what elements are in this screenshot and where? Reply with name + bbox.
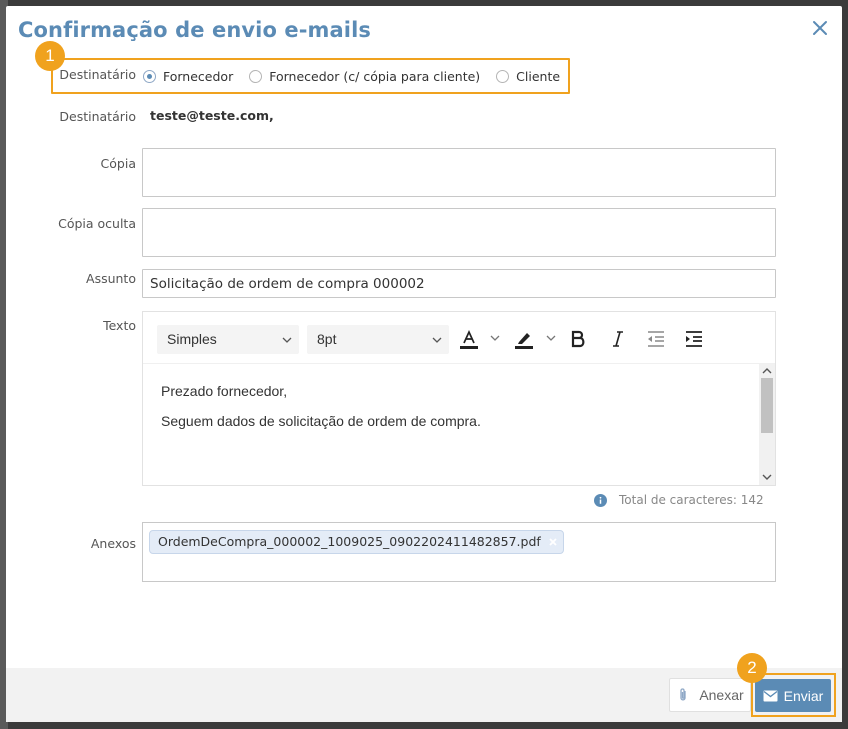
bcc-label: Cópia oculta bbox=[58, 216, 136, 231]
editor-toolbar: Simples 8pt bbox=[143, 312, 775, 364]
editor-line: Seguem dados de solicitação de ordem de … bbox=[161, 413, 481, 429]
highlight-color-button[interactable] bbox=[511, 326, 537, 352]
outdent-button[interactable] bbox=[645, 326, 667, 352]
subject-input[interactable] bbox=[143, 270, 775, 297]
callout-badge-1: 1 bbox=[35, 41, 65, 71]
text-color-icon bbox=[460, 329, 478, 349]
rich-text-editor: Simples 8pt Prezado fornecedor, Seguem d… bbox=[142, 311, 776, 486]
attachments-label: Anexos bbox=[90, 536, 136, 551]
italic-icon bbox=[613, 331, 623, 347]
text-color-chevron-icon[interactable] bbox=[489, 332, 501, 344]
cc-input[interactable] bbox=[143, 149, 775, 196]
callout-badge-2: 2 bbox=[737, 653, 767, 683]
dialog-title: Confirmação de envio e-mails bbox=[18, 18, 372, 42]
attach-button[interactable]: Anexar bbox=[669, 678, 751, 712]
italic-button[interactable] bbox=[607, 326, 629, 352]
recipient-label: Destinatário bbox=[59, 109, 136, 124]
attach-button-label: Anexar bbox=[699, 687, 744, 703]
character-count-text: Total de caracteres: 142 bbox=[619, 493, 764, 507]
info-icon bbox=[594, 493, 607, 507]
indent-button[interactable] bbox=[683, 326, 705, 352]
attachment-filename: OrdemDeCompra_000002_1009025_09022024114… bbox=[158, 534, 541, 549]
subject-label: Assunto bbox=[86, 271, 136, 286]
bcc-input[interactable] bbox=[143, 209, 775, 256]
text-color-button[interactable] bbox=[457, 326, 481, 352]
editor-line: Prezado fornecedor, bbox=[161, 383, 288, 399]
body-label: Texto bbox=[103, 318, 136, 333]
indent-icon bbox=[686, 331, 702, 347]
font-family-select[interactable]: Simples bbox=[157, 325, 299, 354]
scrollbar-thumb[interactable] bbox=[761, 378, 773, 433]
editor-scrollbar[interactable] bbox=[759, 364, 775, 485]
attachments-area: OrdemDeCompra_000002_1009025_09022024114… bbox=[142, 522, 776, 582]
font-size-value: 8pt bbox=[317, 331, 337, 347]
remove-icon[interactable] bbox=[548, 537, 558, 547]
recipient-value: teste@teste.com, bbox=[150, 108, 274, 123]
editor-content[interactable]: Prezado fornecedor, Seguem dados de soli… bbox=[143, 364, 757, 485]
cc-label: Cópia bbox=[100, 156, 136, 171]
chevron-down-icon bbox=[282, 337, 292, 343]
chevron-down-icon bbox=[432, 337, 442, 343]
close-icon[interactable] bbox=[810, 18, 830, 38]
font-size-select[interactable]: 8pt bbox=[307, 325, 449, 354]
bold-icon bbox=[571, 330, 585, 348]
paperclip-icon bbox=[680, 688, 686, 701]
cc-field[interactable] bbox=[142, 148, 776, 197]
subject-field[interactable] bbox=[142, 269, 776, 298]
attachment-chip[interactable]: OrdemDeCompra_000002_1009025_09022024114… bbox=[149, 530, 564, 554]
highlight-color-chevron-icon[interactable] bbox=[545, 332, 557, 344]
character-count: Total de caracteres: 142 bbox=[594, 493, 764, 507]
callout-highlight-1 bbox=[51, 58, 570, 94]
scroll-up-icon[interactable] bbox=[762, 367, 772, 375]
email-confirmation-dialog: Confirmação de envio e-mails Destinatári… bbox=[6, 6, 842, 722]
highlighter-icon bbox=[515, 333, 533, 349]
callout-highlight-2 bbox=[751, 673, 836, 717]
font-family-value: Simples bbox=[167, 331, 217, 347]
bcc-field[interactable] bbox=[142, 208, 776, 257]
bold-button[interactable] bbox=[567, 326, 589, 352]
outdent-icon bbox=[648, 331, 664, 347]
scroll-down-icon[interactable] bbox=[762, 473, 772, 481]
